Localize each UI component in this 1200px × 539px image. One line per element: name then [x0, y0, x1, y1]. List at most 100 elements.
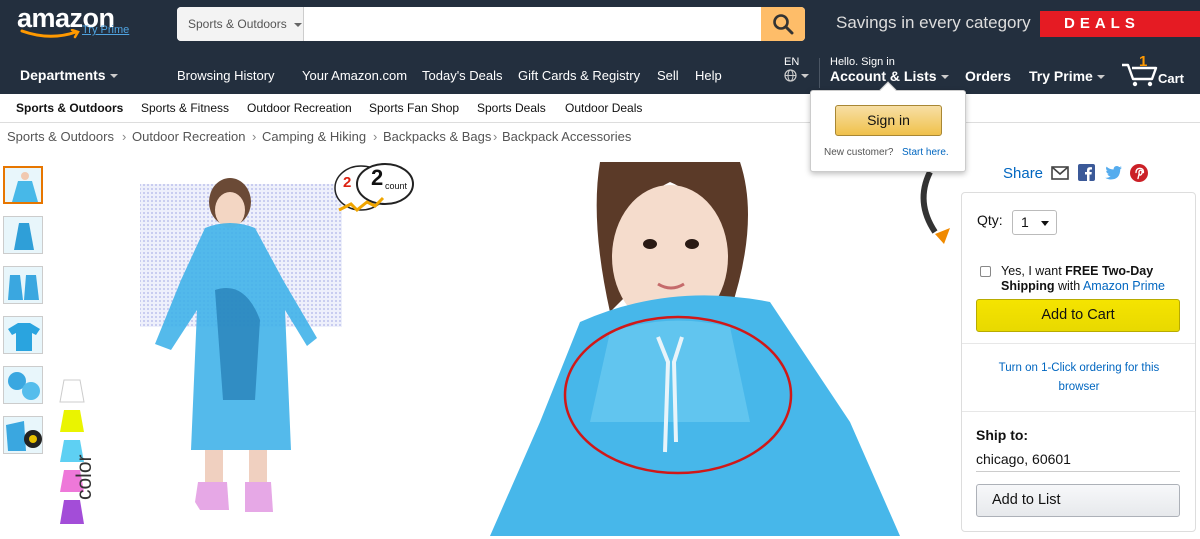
account-lists-menu[interactable]: Account & Lists: [830, 68, 949, 84]
prime-checkbox[interactable]: [980, 266, 991, 277]
product-image-main[interactable]: [430, 162, 950, 536]
nav-link-help[interactable]: Help: [695, 68, 722, 83]
quantity-value: 1: [1021, 214, 1029, 230]
subnav-item-sports-fan-shop[interactable]: Sports Fan Shop: [369, 101, 459, 115]
divider: [962, 343, 1195, 344]
facebook-icon[interactable]: [1078, 164, 1095, 181]
chevron-down-icon: [109, 74, 118, 79]
language-label: EN: [784, 56, 800, 68]
deals-banner[interactable]: DEALS: [1040, 11, 1200, 37]
departments-label: Departments: [20, 67, 106, 83]
breadcrumb-item[interactable]: Backpack Accessories: [502, 129, 631, 144]
sign-in-popover: Sign in New customer? Start here.: [810, 81, 966, 172]
breadcrumb-separator: ›: [252, 129, 257, 144]
prime-shipping-text: Yes, I want FREE Two-Day Shipping with A…: [1001, 264, 1191, 294]
header-top: amazon Try Prime Sports & Outdoors Savin…: [0, 0, 1200, 54]
prime-text-pre: Yes, I want: [1001, 264, 1066, 278]
subnav-item-sports-fitness[interactable]: Sports & Fitness: [141, 101, 229, 115]
breadcrumb-separator: ›: [122, 129, 127, 144]
raincoat-thumbnail-icon: [8, 275, 39, 300]
try-prime-menu[interactable]: Try Prime: [1029, 68, 1105, 84]
color-label: color: [73, 454, 96, 500]
add-to-cart-button[interactable]: Add to Cart: [976, 299, 1180, 332]
subnav-item-sports-outdoors[interactable]: Sports & Outdoors: [16, 101, 123, 115]
divider: [962, 411, 1195, 412]
chevron-down-icon: [1096, 75, 1105, 80]
breadcrumb-separator: ›: [373, 129, 378, 144]
chevron-down-icon: [940, 75, 949, 80]
two-count-badge: 2 2 count: [331, 162, 421, 222]
chevron-down-icon: [1041, 221, 1049, 226]
chevron-down-icon: [801, 73, 809, 78]
departments-menu[interactable]: Departments: [20, 67, 118, 83]
nav-link-sell[interactable]: Sell: [657, 68, 679, 83]
nav-link-gift-cards[interactable]: Gift Cards & Registry: [518, 68, 640, 83]
count-badge-label: count: [385, 181, 408, 191]
thumbnail-image[interactable]: [3, 266, 43, 304]
count-badge-pack: 2: [343, 174, 352, 191]
category-subnav: Sports & Outdoors Sports & Fitness Outdo…: [0, 94, 1200, 123]
cart-count: 1: [1139, 53, 1148, 70]
search-input[interactable]: [305, 7, 761, 41]
thumbnail-image[interactable]: [3, 216, 43, 254]
search-button[interactable]: [761, 7, 805, 41]
breadcrumb-separator: ›: [493, 129, 498, 144]
ship-to-location[interactable]: chicago, 60601: [976, 451, 1180, 472]
thumbnail-image[interactable]: [3, 166, 43, 204]
nav-link-your-amazon[interactable]: Your Amazon.com: [302, 68, 407, 83]
raincoat-thumbnail-icon: [8, 372, 40, 400]
chevron-down-icon: [294, 22, 303, 27]
cart-button[interactable]: 1 Cart: [1120, 53, 1196, 90]
nav-link-browsing-history[interactable]: Browsing History: [177, 68, 275, 83]
orders-link[interactable]: Orders: [965, 68, 1011, 84]
amazon-prime-link[interactable]: Amazon Prime: [1083, 279, 1165, 293]
raincoat-thumbnail-icon: [6, 421, 42, 451]
search-category-label: Sports & Outdoors: [188, 17, 287, 31]
one-click-link[interactable]: Turn on 1-Click ordering for this browse…: [986, 359, 1172, 397]
search-icon: [773, 14, 794, 35]
search-category-select[interactable]: Sports & Outdoors: [177, 7, 304, 41]
account-lists-label: Account & Lists: [830, 68, 937, 84]
raincoat-thumbnail-icon: [14, 223, 34, 250]
prime-text-with: with: [1054, 279, 1083, 293]
qty-label: Qty:: [977, 212, 1003, 228]
thumbnail-image[interactable]: [3, 316, 43, 354]
add-to-list-button[interactable]: Add to List: [976, 484, 1180, 517]
thumbnail-image[interactable]: [3, 366, 43, 404]
breadcrumb-item[interactable]: Backpacks & Bags: [383, 129, 491, 144]
product-image-left[interactable]: 2 2 count color: [55, 160, 420, 535]
share-label: Share: [1003, 165, 1044, 182]
raincoat-thumbnail-icon: [12, 172, 38, 202]
subnav-item-outdoor-deals[interactable]: Outdoor Deals: [565, 101, 642, 115]
email-icon[interactable]: [1051, 166, 1069, 180]
raincoat-closeup-image: [430, 162, 950, 536]
ship-to-label: Ship to:: [976, 427, 1029, 443]
start-here-link[interactable]: Start here.: [902, 147, 949, 158]
breadcrumb-item[interactable]: Camping & Hiking: [262, 129, 366, 144]
quantity-select[interactable]: 1: [1012, 210, 1057, 235]
language-selector[interactable]: EN: [784, 56, 809, 82]
globe-icon: [784, 69, 797, 82]
twitter-icon[interactable]: [1104, 165, 1123, 181]
nav-divider: [819, 58, 820, 88]
search-bar: Sports & Outdoors: [177, 7, 805, 41]
pinterest-icon[interactable]: [1130, 164, 1148, 182]
raincoat-thumbnail-icon: [8, 323, 40, 351]
header-nav: Departments Browsing History Your Amazon…: [0, 53, 1200, 94]
cart-label: Cart: [1158, 71, 1185, 86]
buy-box: Qty: 1 Yes, I want FREE Two-Day Shipping…: [961, 192, 1196, 532]
nav-link-todays-deals[interactable]: Today's Deals: [422, 68, 503, 83]
subnav-item-sports-deals[interactable]: Sports Deals: [477, 101, 546, 115]
sign-in-button[interactable]: Sign in: [835, 105, 942, 136]
breadcrumb-item[interactable]: Sports & Outdoors: [7, 129, 114, 144]
new-customer-text: New customer?: [824, 147, 894, 158]
try-prime-link[interactable]: Try Prime: [82, 24, 129, 36]
savings-promo-text[interactable]: Savings in every category: [836, 13, 1031, 33]
try-prime-menu-label: Try Prime: [1029, 68, 1093, 84]
subnav-item-outdoor-recreation[interactable]: Outdoor Recreation: [247, 101, 352, 115]
hello-sign-in-text[interactable]: Hello. Sign in: [830, 56, 895, 68]
breadcrumb-item[interactable]: Outdoor Recreation: [132, 129, 245, 144]
amazon-smile-icon: [20, 29, 80, 39]
count-badge-number: 2: [371, 165, 384, 190]
thumbnail-image[interactable]: [3, 416, 43, 454]
